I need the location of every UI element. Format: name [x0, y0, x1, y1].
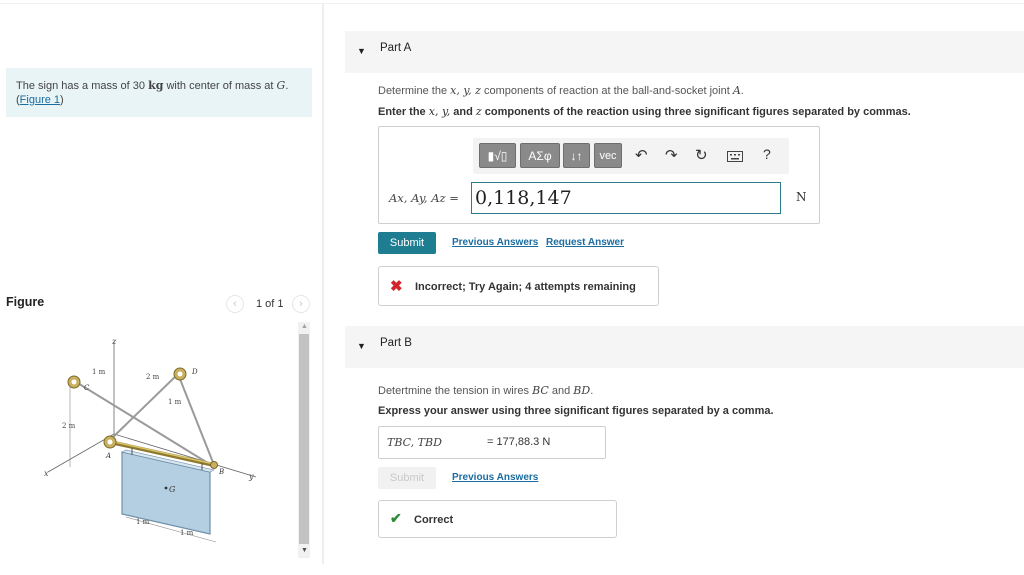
part-a-feedback-text: Incorrect; Try Again; 4 attempts remaini… — [415, 281, 636, 293]
figure-counter: 1 of 1 — [256, 298, 284, 310]
sign-diagram: z x y 2 m 1 m 2 m 1 m 1 m 1 m G C D A B — [44, 337, 257, 543]
part-b-feedback-text: Correct — [414, 514, 454, 526]
figure-heading: Figure — [6, 295, 45, 309]
keyboard-icon[interactable] — [727, 149, 743, 166]
caret-down-icon: ▼ — [357, 341, 366, 351]
scroll-up-icon[interactable]: ▲ — [301, 323, 308, 330]
part-b-feedback: ✔ Correct — [378, 500, 617, 538]
scroll-down-icon[interactable]: ▼ — [301, 547, 308, 554]
point-b-joint — [210, 461, 218, 469]
part-b-answer-value: = 177,88.3 N — [487, 436, 551, 448]
figure-scrollbar[interactable]: ▲ ▼ — [298, 322, 310, 558]
part-b-instruction: Express your answer using three signific… — [378, 405, 774, 417]
part-a-submit-button[interactable]: Submit — [378, 232, 436, 254]
part-b-question: Detertmine the tension in wires BC and B… — [378, 384, 594, 397]
center-of-mass-symbol: G — [276, 79, 286, 92]
point-g-label: G — [169, 485, 176, 494]
part-a-answer-box: ▮√▯ ΑΣφ ↓↑ vec ↶ ↷ ↻ ? Ax, Ay, Az = 0,11… — [378, 126, 820, 224]
vector-button[interactable]: vec — [594, 143, 622, 168]
check-icon: ✔ — [390, 510, 402, 526]
part-b-header[interactable]: ▼ Part B — [345, 326, 1024, 368]
caret-down-icon: ▼ — [357, 46, 366, 56]
problem-text: The sign has a mass of 30 — [16, 80, 146, 92]
link-close: ) — [60, 94, 64, 106]
point-a-label: A — [105, 452, 111, 460]
mass-unit: kg — [148, 79, 164, 92]
math-toolbar: ▮√▯ ΑΣφ ↓↑ vec ↶ ↷ ↻ ? — [473, 138, 789, 174]
chevron-right-icon: › — [299, 298, 303, 310]
part-b-title: Part B — [380, 337, 412, 349]
point-d-label: D — [191, 368, 198, 376]
part-a-instruction: Enter the x, y, and z components of the … — [378, 105, 911, 118]
problem-statement: The sign has a mass of 30 kg with center… — [6, 68, 312, 117]
point-a: A — [732, 84, 741, 97]
part-a-units: N — [796, 190, 807, 204]
center-of-mass-point — [164, 486, 168, 490]
help-button[interactable]: ? — [763, 146, 771, 162]
part-a-request-answer-link[interactable]: Request Answer — [546, 237, 624, 248]
problem-text-mid: with center of mass at — [166, 80, 274, 92]
next-figure-button[interactable]: › — [292, 295, 310, 313]
wire-bd — [177, 373, 215, 466]
templates-button[interactable]: ▮√▯ — [479, 143, 516, 168]
point-b-label: B — [218, 468, 224, 476]
dim-2m-top: 2 m — [146, 373, 160, 381]
part-b-answer-label: TBC, TBD — [387, 436, 442, 449]
part-a-question: Determine the x, y, z components of reac… — [378, 84, 744, 97]
z-axis-label: z — [111, 337, 117, 346]
part-a-answer-label: Ax, Ay, Az = — [389, 191, 459, 205]
dim-1m-top: 1 m — [92, 368, 106, 376]
wire-bc — [75, 381, 212, 466]
undo-icon[interactable]: ↶ — [635, 146, 648, 164]
scrollbar-thumb[interactable] — [299, 334, 309, 544]
prev-figure-button[interactable]: ‹ — [226, 295, 244, 313]
part-a-previous-answers-link[interactable]: Previous Answers — [452, 237, 538, 248]
part-b-answer-box: TBC, TBD = 177,88.3 N — [378, 426, 606, 459]
part-b-submit-button[interactable]: Submit — [378, 467, 436, 489]
y-axis-label: y — [248, 472, 254, 481]
point-c-label: C — [84, 384, 90, 392]
xyz-vars: x, y, z — [450, 84, 481, 97]
redo-icon[interactable]: ↷ — [665, 146, 678, 164]
part-a-title: Part A — [380, 42, 412, 54]
chevron-left-icon: ‹ — [233, 298, 237, 310]
subscript-superscript-button[interactable]: ↓↑ — [563, 143, 590, 168]
figure-image: z x y 2 m 1 m 2 m 1 m 1 m 1 m G C D A B — [6, 322, 296, 558]
x-axis-label: x — [44, 469, 49, 478]
part-a-feedback: ✖ Incorrect; Try Again; 4 attempts remai… — [378, 266, 659, 306]
figure-link[interactable]: Figure 1 — [20, 94, 60, 106]
part-b-previous-answers-link[interactable]: Previous Answers — [452, 472, 538, 483]
greek-symbols-button[interactable]: ΑΣφ — [520, 143, 560, 168]
part-a-header[interactable]: ▼ Part A — [345, 31, 1024, 73]
dim-2m-left: 2 m — [62, 422, 76, 430]
pane-divider[interactable] — [322, 4, 324, 564]
x-icon: ✖ — [390, 278, 403, 295]
reset-icon[interactable]: ↻ — [695, 146, 708, 164]
dim-1m-right: 1 m — [168, 398, 182, 406]
part-a-answer-input[interactable]: 0,118,147 — [471, 182, 781, 214]
